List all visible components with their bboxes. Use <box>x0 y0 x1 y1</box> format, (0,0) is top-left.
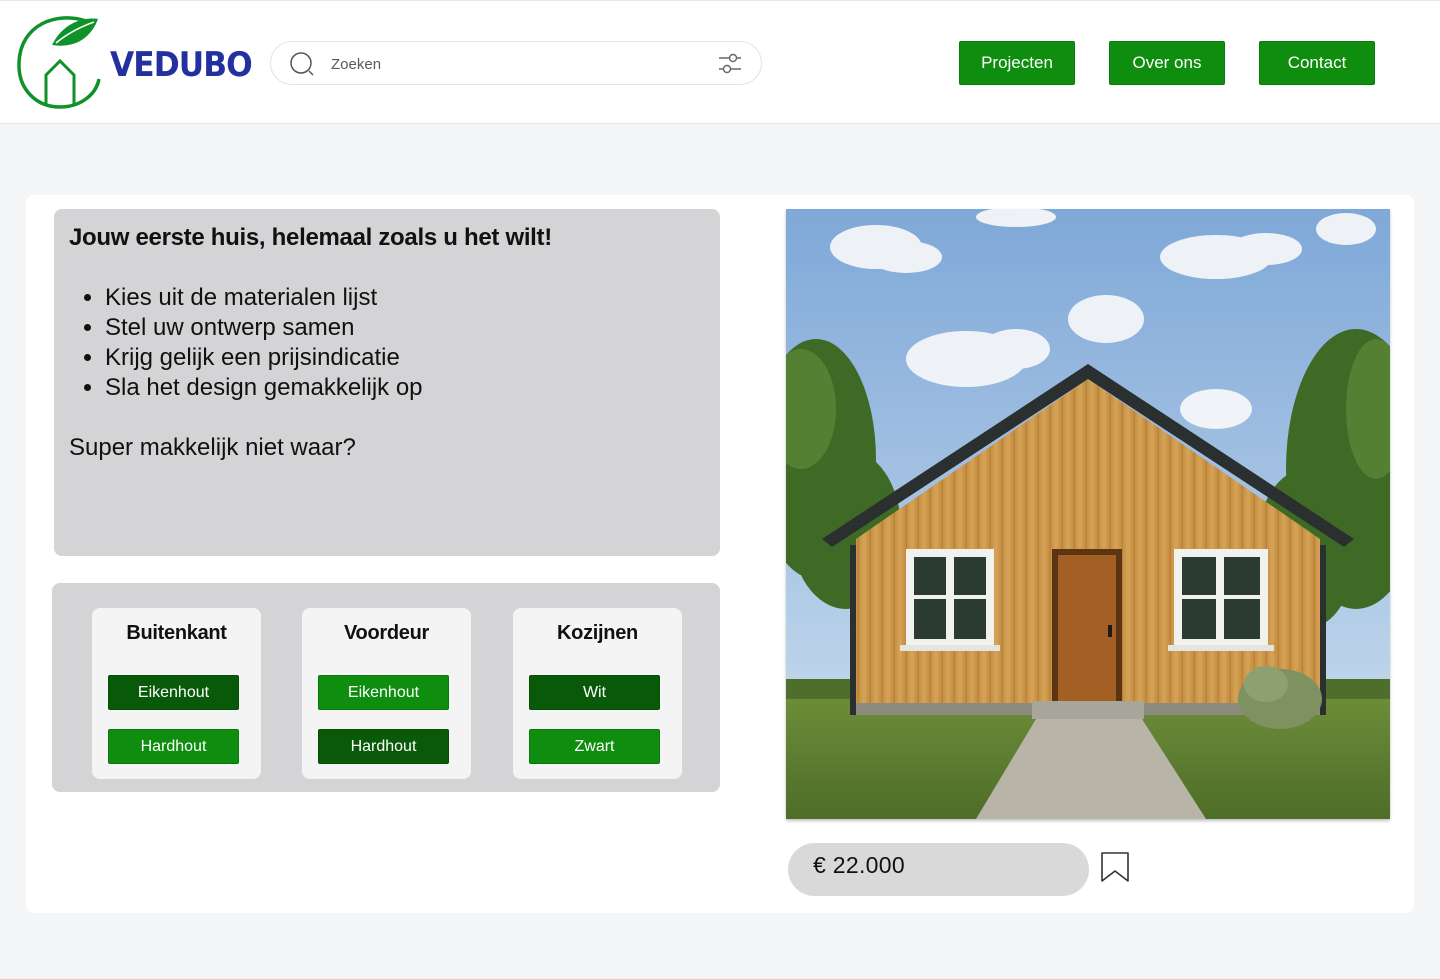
site-header: VEDUBO Projecten Over ons Contact <box>0 0 1440 124</box>
option-card-voordeur: Voordeur Eikenhout Hardhout <box>302 608 471 779</box>
kozijnen-zwart-button[interactable]: Zwart <box>529 729 660 764</box>
buitenkant-hardhout-button[interactable]: Hardhout <box>108 729 239 764</box>
options-panel: Buitenkant Eikenhout Hardhout Voordeur E… <box>52 583 720 792</box>
voordeur-eikenhout-button[interactable]: Eikenhout <box>318 675 449 710</box>
kozijnen-wit-button[interactable]: Wit <box>529 675 660 710</box>
search-input[interactable] <box>331 52 691 76</box>
logo[interactable]: VEDUBO <box>16 15 253 111</box>
option-card-kozijnen: Kozijnen Wit Zwart <box>513 608 682 779</box>
nav-projecten-button[interactable]: Projecten <box>959 41 1075 85</box>
feature-list: Kies uit de materialen lijst Stel uw ont… <box>69 283 705 403</box>
house-illustration <box>786 209 1390 819</box>
buitenkant-eikenhout-button[interactable]: Eikenhout <box>108 675 239 710</box>
intro-closing: Super makkelijk niet waar? <box>69 434 356 461</box>
house-preview-image <box>786 209 1390 819</box>
bookmark-icon[interactable] <box>1100 851 1130 883</box>
feature-item: Krijg gelijk een prijsindicatie <box>105 343 705 373</box>
nav-over-ons-button[interactable]: Over ons <box>1109 41 1225 85</box>
option-title: Buitenkant <box>126 622 227 644</box>
price-indicator: € 22.000 <box>788 843 1089 896</box>
intro-title: Jouw eerste huis, helemaal zoals u het w… <box>69 224 552 251</box>
option-title: Voordeur <box>343 622 429 644</box>
option-title: Kozijnen <box>557 622 638 644</box>
feature-item: Sla het design gemakkelijk op <box>105 373 705 403</box>
filter-sliders-icon[interactable] <box>717 52 743 76</box>
feature-item: Kies uit de materialen lijst <box>105 283 705 313</box>
search-bar <box>270 41 762 85</box>
voordeur-hardhout-button[interactable]: Hardhout <box>318 729 449 764</box>
search-icon[interactable] <box>289 51 315 77</box>
leaf-house-logo-icon <box>17 16 101 109</box>
nav-contact-button[interactable]: Contact <box>1259 41 1375 85</box>
feature-item: Stel uw ontwerp samen <box>105 313 705 343</box>
intro-panel: Jouw eerste huis, helemaal zoals u het w… <box>54 209 720 556</box>
configurator-card: Jouw eerste huis, helemaal zoals u het w… <box>26 195 1414 913</box>
option-card-buitenkant: Buitenkant Eikenhout Hardhout <box>92 608 261 779</box>
logo-text: VEDUBO <box>110 45 253 85</box>
